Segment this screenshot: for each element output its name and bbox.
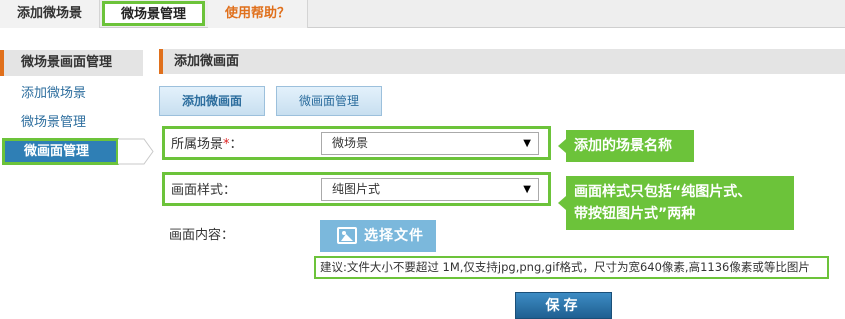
sidebar-item-add-scene[interactable]: 添加微场景 bbox=[0, 81, 143, 107]
tab-scene-manage[interactable]: 微场景管理 bbox=[102, 1, 205, 26]
style-field-row: 画面样式： 纯图片式 ▼ bbox=[162, 172, 551, 206]
upload-hint: 建议:文件大小不要超过 1M,仅支持jpg,png,gif格式，尺寸为宽640像… bbox=[314, 256, 829, 279]
choose-file-button[interactable]: 选择文件 bbox=[320, 220, 436, 252]
choose-file-label: 选择文件 bbox=[364, 228, 424, 244]
page: 添加微场景 微场景管理 使用帮助？ 微场景画面管理 添加微场景 微场景管理 微画… bbox=[0, 0, 845, 319]
active-item-arrow-icon bbox=[118, 138, 154, 165]
scene-select-value: 微场景 bbox=[332, 136, 369, 150]
chevron-down-icon: ▼ bbox=[523, 138, 531, 149]
style-select[interactable]: 纯图片式 ▼ bbox=[321, 178, 539, 201]
tab-add-scene[interactable]: 添加微场景 bbox=[0, 0, 100, 28]
scene-select[interactable]: 微场景 ▼ bbox=[321, 132, 539, 155]
scene-field-label: 所属场景*： bbox=[171, 137, 243, 152]
sidebar-item-frame-manage[interactable]: 微画面管理 bbox=[2, 138, 119, 165]
sidebar-title: 微场景画面管理 bbox=[0, 50, 143, 76]
style-callout-line-1: 画面样式只包括“纯图片式、 bbox=[574, 184, 752, 200]
image-icon bbox=[337, 227, 357, 244]
style-field-label: 画面样式： bbox=[171, 183, 237, 198]
chevron-down-icon: ▼ bbox=[523, 184, 531, 195]
style-callout: 画面样式只包括“纯图片式、 带按钮图片式”两种 bbox=[558, 176, 794, 230]
save-button[interactable]: 保存 bbox=[515, 292, 612, 319]
scene-field-row: 所属场景*： 微场景 ▼ bbox=[162, 126, 551, 160]
frame-manage-button[interactable]: 微画面管理 bbox=[276, 86, 382, 116]
sidebar-item-scene-manage[interactable]: 微场景管理 bbox=[0, 110, 143, 136]
scene-callout: 添加的场景名称 bbox=[558, 130, 694, 162]
top-tab-bar: 添加微场景 微场景管理 使用帮助？ bbox=[0, 0, 845, 28]
style-select-value: 纯图片式 bbox=[332, 182, 381, 196]
tab-help[interactable]: 使用帮助？ bbox=[208, 0, 308, 28]
content-field-label: 画面内容： bbox=[169, 228, 235, 243]
page-title: 添加微画面 bbox=[159, 49, 845, 74]
style-callout-line-2: 带按钮图片式”两种 bbox=[574, 206, 696, 222]
add-frame-button[interactable]: 添加微画面 bbox=[159, 86, 265, 116]
